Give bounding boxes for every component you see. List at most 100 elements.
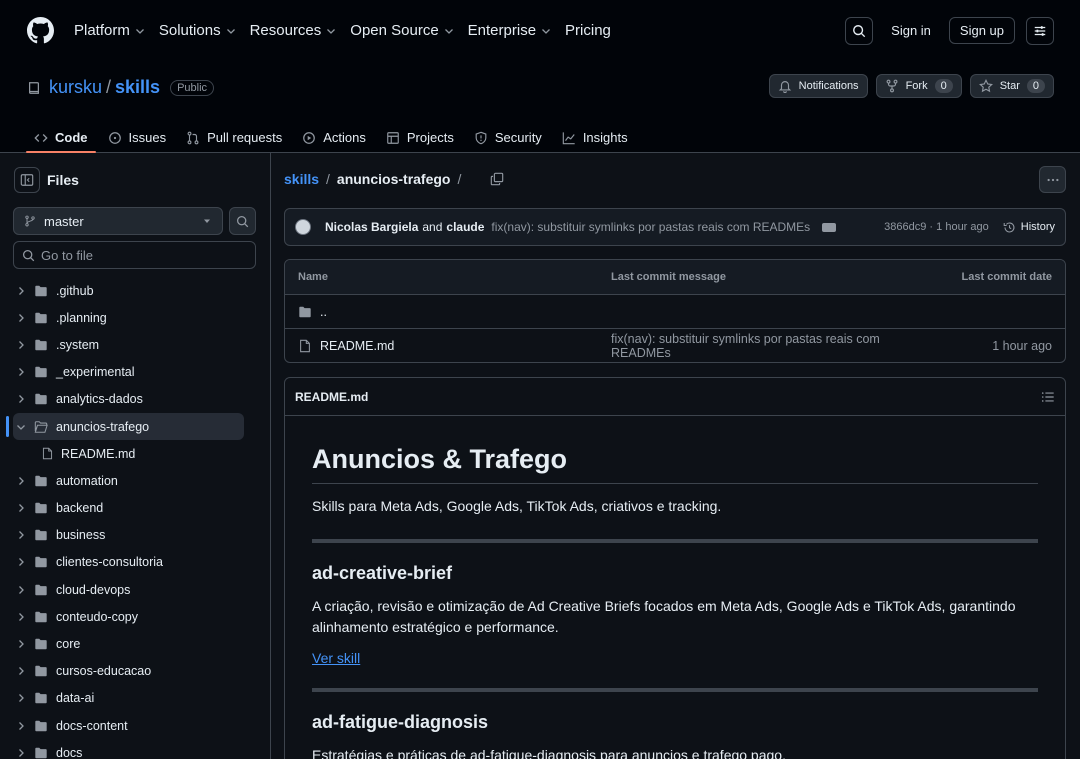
tree-item-folder[interactable]: docs-content: [0, 712, 270, 739]
chevron-right-icon[interactable]: [15, 556, 27, 568]
star-button[interactable]: Star 0: [969, 74, 1054, 98]
repo-owner-link[interactable]: kursku: [49, 77, 102, 98]
tree-item-folder[interactable]: docs: [0, 739, 270, 759]
history-link[interactable]: History: [1003, 221, 1055, 234]
table-row[interactable]: README.md fix(nav): substituir symlinks …: [285, 329, 1065, 362]
readme-title: Anuncios & Trafego: [312, 444, 1038, 484]
go-to-file-field: [13, 241, 256, 269]
ellipsis-expand-icon[interactable]: [822, 222, 837, 232]
nav-open-source[interactable]: Open Source: [350, 22, 453, 39]
tree-item-folder[interactable]: automation: [0, 467, 270, 494]
commit-sha-time[interactable]: 3866dc9 · 1 hour ago: [884, 221, 989, 233]
fork-button[interactable]: Fork 0: [875, 74, 962, 98]
readme-panel: README.md Anuncios & Trafego Skills para…: [284, 377, 1066, 759]
tree-item-folder[interactable]: _experimental: [0, 359, 270, 386]
sign-up-button[interactable]: Sign up: [948, 17, 1015, 44]
tree-item-folder[interactable]: clientes-consultoria: [0, 549, 270, 576]
ver-skill-link[interactable]: Ver skill: [312, 650, 360, 666]
tree-item-folder[interactable]: core: [0, 630, 270, 657]
sign-in-link[interactable]: Sign in: [891, 23, 931, 38]
tree-item-folder[interactable]: backend: [0, 495, 270, 522]
tab-security[interactable]: Security: [466, 123, 550, 152]
tab-code[interactable]: Code: [26, 123, 96, 153]
chevron-right-icon[interactable]: [15, 393, 27, 405]
tree-item-folder[interactable]: business: [0, 522, 270, 549]
commit-author-1[interactable]: Nicolas Bargiela: [325, 220, 418, 234]
chevron-right-icon[interactable]: [15, 312, 27, 324]
menu-button[interactable]: [1026, 16, 1054, 45]
copy-path-icon[interactable]: [490, 172, 504, 186]
repo-name-link[interactable]: skills: [115, 77, 160, 98]
tree-item-folder[interactable]: data-ai: [0, 685, 270, 712]
chevron-down-icon[interactable]: [15, 421, 27, 433]
branch-selector[interactable]: master: [13, 207, 223, 235]
section-text-ad-creative-brief: A criação, revisão e otimização de Ad Cr…: [312, 598, 1016, 635]
chevron-right-icon[interactable]: [15, 475, 27, 487]
tree-item-folder[interactable]: .github: [0, 277, 270, 304]
graph-icon: [562, 131, 575, 144]
repo-separator: /: [106, 77, 112, 97]
tree-item-folder[interactable]: .planning: [0, 304, 270, 331]
tree-item-folder[interactable]: cloud-devops: [0, 576, 270, 603]
tab-actions[interactable]: Actions: [294, 123, 374, 152]
chevron-right-icon[interactable]: [15, 502, 27, 514]
tree-item-folder[interactable]: .system: [0, 331, 270, 358]
github-logo-icon[interactable]: [27, 17, 54, 44]
tree-item-file[interactable]: README.md: [0, 440, 270, 467]
chevron-right-icon[interactable]: [15, 529, 27, 541]
star-icon: [978, 79, 993, 93]
search-button[interactable]: [845, 16, 874, 45]
folder-icon: [35, 747, 47, 759]
more-options-button[interactable]: [1039, 166, 1066, 193]
table-row-parent[interactable]: ..: [285, 295, 1065, 329]
latest-commit-bar: Nicolas Bargiela and claude fix(nav): su…: [284, 208, 1066, 246]
breadcrumb-root-link[interactable]: skills: [284, 171, 319, 187]
chevron-right-icon[interactable]: [15, 285, 27, 297]
tab-insights[interactable]: Insights: [554, 123, 636, 152]
visibility-badge: Public: [170, 79, 215, 96]
breadcrumb-current: anuncios-trafego: [336, 171, 451, 187]
play-icon: [303, 131, 316, 144]
tab-pull-requests[interactable]: Pull requests: [178, 123, 290, 152]
tree-item-label: data-ai: [56, 691, 95, 706]
avatar[interactable]: [295, 219, 311, 235]
chevron-down-icon: [542, 28, 551, 34]
commit-message-link[interactable]: fix(nav): substituir symlinks por pastas…: [491, 220, 810, 234]
collapse-sidebar-button[interactable]: [14, 167, 40, 193]
file-commit-message[interactable]: fix(nav): substituir symlinks por pastas…: [611, 332, 941, 360]
folder-icon: [35, 312, 47, 324]
nav-platform[interactable]: Platform: [74, 22, 145, 39]
folder-icon: [299, 306, 311, 317]
file-name-link[interactable]: README.md: [320, 339, 394, 353]
folder-icon: [35, 366, 47, 378]
tree-item-folder[interactable]: anuncios-trafego: [6, 412, 244, 441]
chevron-right-icon[interactable]: [15, 611, 27, 623]
tab-issues[interactable]: Issues: [100, 123, 175, 152]
breadcrumb-separator-trailing: /: [457, 171, 462, 187]
search-icon: [853, 24, 866, 37]
chevron-right-icon[interactable]: [15, 665, 27, 677]
parent-dir-link[interactable]: ..: [320, 305, 327, 319]
chevron-right-icon[interactable]: [15, 747, 27, 759]
tree-item-folder[interactable]: cursos-educacao: [0, 658, 270, 685]
nav-pricing[interactable]: Pricing: [565, 22, 611, 39]
chevron-right-icon[interactable]: [15, 339, 27, 351]
chevron-right-icon[interactable]: [15, 584, 27, 596]
tab-projects[interactable]: Projects: [378, 123, 462, 152]
commit-author-2[interactable]: claude: [446, 220, 484, 234]
notifications-button[interactable]: Notifications: [768, 74, 868, 98]
nav-resources[interactable]: Resources: [250, 22, 337, 39]
tree-item-folder[interactable]: analytics-dados: [0, 386, 270, 413]
branch-name: master: [44, 213, 84, 229]
breadcrumb-separator: /: [326, 171, 330, 187]
chevron-right-icon[interactable]: [15, 638, 27, 650]
nav-enterprise[interactable]: Enterprise: [468, 22, 551, 39]
chevron-right-icon[interactable]: [15, 692, 27, 704]
list-unordered-icon[interactable]: [1041, 390, 1055, 404]
chevron-right-icon[interactable]: [15, 720, 27, 732]
nav-solutions[interactable]: Solutions: [159, 22, 236, 39]
tree-item-folder[interactable]: conteudo-copy: [0, 603, 270, 630]
chevron-right-icon[interactable]: [15, 366, 27, 378]
go-to-file-input[interactable]: [41, 247, 241, 263]
search-files-button[interactable]: [229, 207, 256, 235]
